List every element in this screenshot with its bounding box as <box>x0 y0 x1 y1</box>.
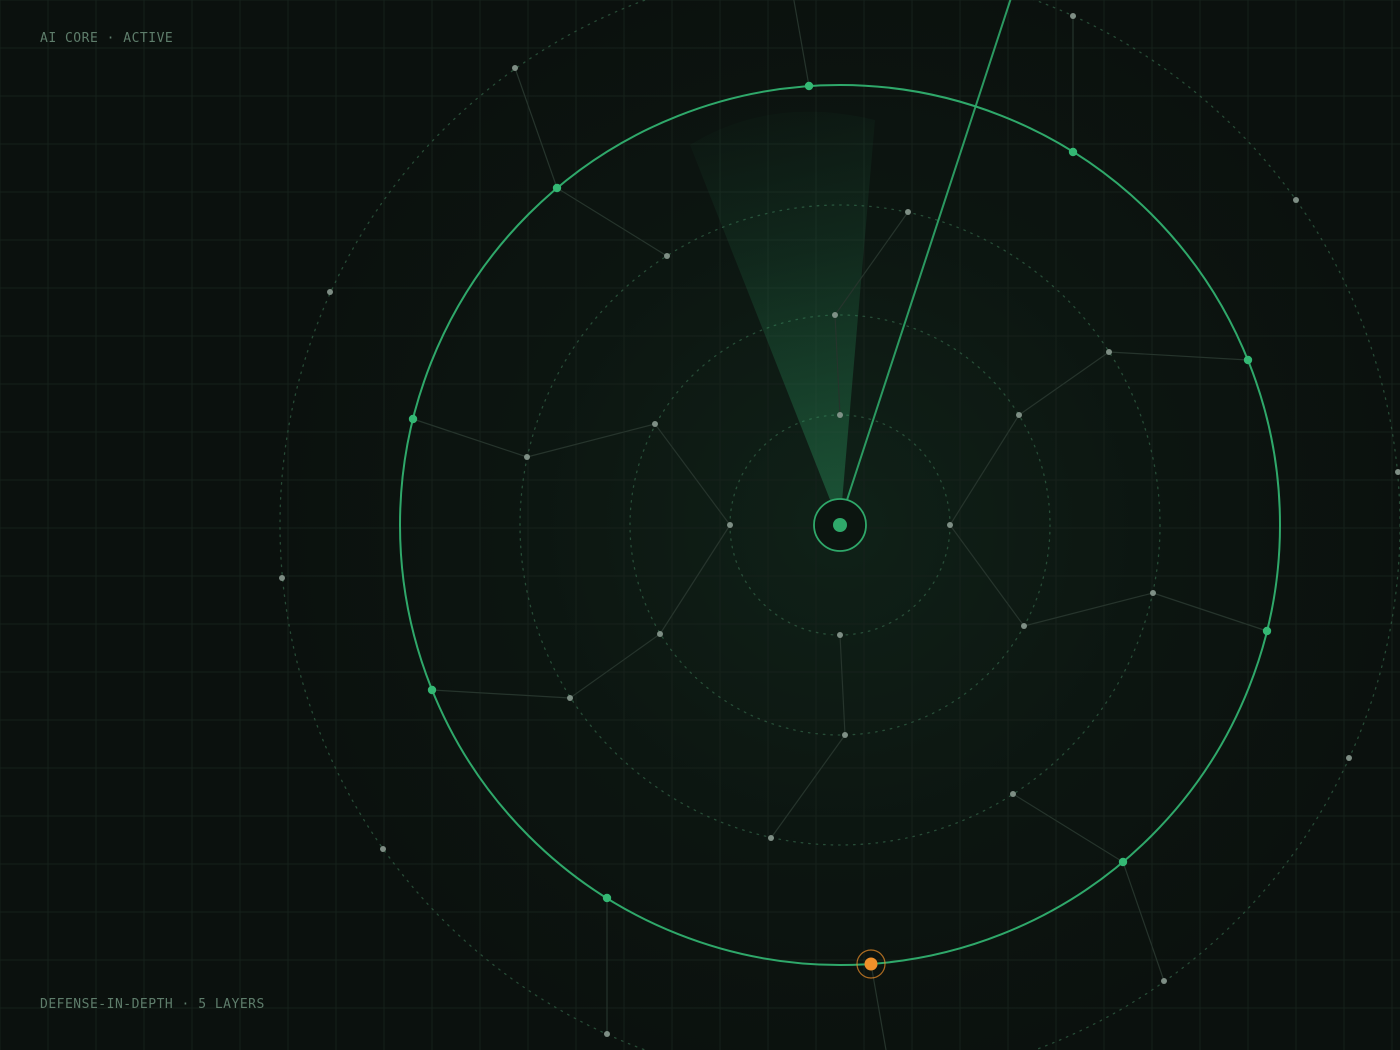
node-point <box>664 253 670 259</box>
node-link <box>1023 592 1154 627</box>
radar-visualization <box>0 0 1400 1050</box>
core-node-icon[interactable] <box>813 498 867 552</box>
node-point <box>279 575 285 581</box>
node-point <box>567 695 573 701</box>
node-point <box>832 312 838 318</box>
node-point <box>1346 755 1352 761</box>
perimeter-node <box>1118 857 1128 867</box>
node-point <box>604 1031 610 1037</box>
node-point <box>1293 197 1299 203</box>
perimeter-node <box>804 81 814 91</box>
node-point <box>842 732 848 738</box>
node-link <box>870 963 887 1050</box>
node-point <box>652 421 658 427</box>
perimeter-node <box>552 183 562 193</box>
perimeter-node <box>1243 355 1253 365</box>
node-link <box>526 423 656 458</box>
node-point <box>657 631 663 637</box>
node-link <box>514 67 558 189</box>
node-point <box>380 846 386 852</box>
defense-layers-label: DEFENSE-IN-DEPTH · 5 LAYERS <box>40 997 265 1012</box>
node-point <box>512 65 518 71</box>
node-link <box>556 187 668 257</box>
status-label: AI CORE · ACTIVE <box>40 31 174 46</box>
node-point <box>1395 469 1400 475</box>
perimeter-node <box>427 685 437 695</box>
node-point <box>1150 590 1156 596</box>
node-point <box>837 412 843 418</box>
perimeter-node <box>408 414 418 424</box>
node-link <box>412 418 528 458</box>
node-link <box>793 0 810 87</box>
radar-stage: AI CORE · ACTIVE DEFENSE-IN-DEPTH · 5 LA… <box>0 0 1400 1050</box>
perimeter-node <box>1068 147 1078 157</box>
node-point <box>947 522 953 528</box>
node-point <box>524 454 530 460</box>
node-point <box>1021 623 1027 629</box>
radar-sweep <box>690 111 875 526</box>
scan-line <box>846 0 1012 501</box>
node-point <box>905 209 911 215</box>
node-point <box>1070 13 1076 19</box>
node-link <box>1012 793 1124 863</box>
node-link <box>1152 592 1268 632</box>
node-link <box>654 423 731 526</box>
node-point <box>1106 349 1112 355</box>
node-point <box>327 289 333 295</box>
node-link <box>1108 351 1249 361</box>
perimeter-node <box>602 893 612 903</box>
perimeter-node <box>1262 626 1272 636</box>
node-point <box>768 835 774 841</box>
node-link <box>431 689 571 699</box>
node-point <box>1016 412 1022 418</box>
node-link <box>569 633 661 699</box>
node-point <box>1161 978 1167 984</box>
node-point <box>837 632 843 638</box>
node-link <box>1122 861 1165 982</box>
node-point <box>1010 791 1016 797</box>
node-point <box>727 522 733 528</box>
node-link <box>770 734 846 839</box>
